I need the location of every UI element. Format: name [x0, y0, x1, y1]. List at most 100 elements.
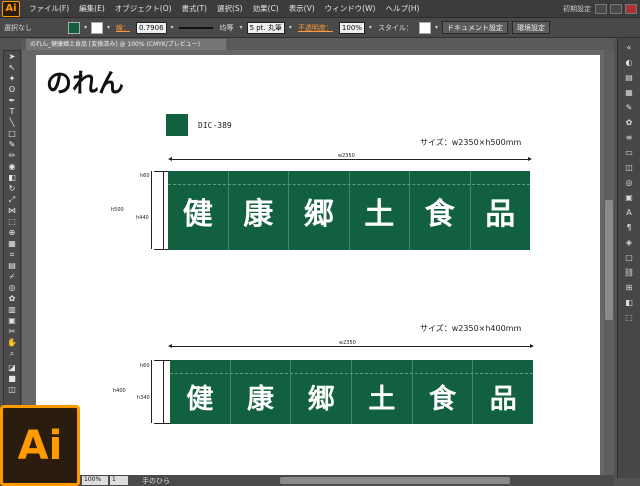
symbol-sprayer-tool-icon[interactable]: ✿	[4, 293, 20, 304]
hand-tool-icon[interactable]: ✋	[4, 337, 20, 348]
preferences-button[interactable]: 環境設定	[511, 21, 550, 34]
selection-status: 選択なし	[4, 23, 32, 32]
workspace-switcher[interactable]: 初期設定	[563, 4, 591, 14]
eyedropper-tool-icon[interactable]: ⌿	[4, 271, 20, 282]
brush-select[interactable]: 5 pt. 丸筆	[246, 21, 285, 34]
horizontal-scroll-thumb[interactable]	[280, 477, 510, 484]
draw-mode-icon[interactable]: ◫	[4, 384, 20, 395]
fill-stroke-icon[interactable]: ◪	[4, 362, 20, 373]
zoom-tool-icon[interactable]: ⌕	[4, 348, 20, 359]
selection-tool-icon[interactable]: ➤	[4, 51, 20, 62]
fill-swatch[interactable]	[68, 21, 80, 34]
pencil-tool-icon[interactable]: ✏	[4, 150, 20, 161]
artboards-panel-icon[interactable]: ▢	[621, 251, 637, 263]
type-tool-icon[interactable]: T	[4, 106, 20, 117]
menu-view[interactable]: 表示(V)	[284, 3, 320, 14]
style-swatch[interactable]	[418, 21, 431, 34]
stroke-swatch[interactable]	[91, 21, 104, 34]
rectangle-tool-icon[interactable]: □	[4, 128, 20, 139]
document-setup-button[interactable]: ドキュメント設定	[441, 21, 508, 34]
blob-brush-tool-icon[interactable]: ◉	[4, 161, 20, 172]
brushes-panel-icon[interactable]: ✎	[621, 101, 637, 113]
menu-object[interactable]: オブジェクト(O)	[110, 3, 177, 14]
color-panel-icon[interactable]: ◐	[621, 56, 637, 68]
eraser-tool-icon[interactable]: ◧	[4, 172, 20, 183]
collapse-panels-icon[interactable]: «	[621, 41, 637, 53]
chevron-down-icon[interactable]: ▾	[84, 24, 87, 31]
artboard-tool-icon[interactable]: ▣	[4, 315, 20, 326]
pen-tool-icon[interactable]: ✒	[4, 95, 20, 106]
mesh-tool-icon[interactable]: ⌗	[4, 249, 20, 260]
transparency-panel-icon[interactable]: ◫	[621, 161, 637, 173]
noren1-total-dim-line	[151, 171, 152, 249]
noren1-banner[interactable]: 健 康 郷 土 食 品	[168, 171, 530, 250]
layers-panel-icon[interactable]: ◈	[621, 236, 637, 248]
shape-builder-tool-icon[interactable]: ⊕	[4, 227, 20, 238]
minimize-button[interactable]	[595, 3, 607, 14]
stroke-label[interactable]: 線：	[116, 23, 130, 33]
rotate-tool-icon[interactable]: ↻	[4, 183, 20, 194]
artboard[interactable]: のれん DIC-389 サイズ：w2350×h500mm w2350 h500 …	[36, 55, 600, 475]
appearance-panel-icon[interactable]: ◎	[621, 176, 637, 188]
pathfinder-panel-icon[interactable]: ◧	[621, 296, 637, 308]
chevron-down-icon[interactable]: ▾	[289, 24, 292, 31]
direct-selection-tool-icon[interactable]: ↖	[4, 62, 20, 73]
arrow-left-icon	[168, 344, 172, 348]
links-panel-icon[interactable]: ⛓	[621, 266, 637, 278]
close-button[interactable]	[625, 3, 637, 14]
paintbrush-tool-icon[interactable]: ✎	[4, 139, 20, 150]
paragraph-panel-icon[interactable]: ¶	[621, 221, 637, 233]
vertical-scrollbar[interactable]	[604, 50, 614, 475]
chevron-down-icon[interactable]: ▾	[107, 24, 110, 31]
width-tool-icon[interactable]: ⋈	[4, 205, 20, 216]
opacity-label[interactable]: 不透明度：	[298, 23, 333, 33]
chevron-down-icon[interactable]: ▾	[435, 24, 438, 31]
noren2-top-dim-line	[163, 360, 164, 373]
chevron-down-icon[interactable]: ▾	[369, 24, 372, 31]
noren2-total-dim: h400	[113, 388, 126, 394]
noren2-banner[interactable]: 健 康 郷 土 食 品	[170, 360, 533, 424]
perspective-grid-tool-icon[interactable]: ▦	[4, 238, 20, 249]
graph-tool-icon[interactable]: ▥	[4, 304, 20, 315]
app-logo-icon[interactable]: Ai	[2, 0, 20, 17]
free-transform-tool-icon[interactable]: ⬚	[4, 216, 20, 227]
menu-effect[interactable]: 効果(C)	[248, 3, 284, 14]
menu-help[interactable]: ヘルプ(H)	[380, 3, 424, 14]
menu-window[interactable]: ウィンドウ(W)	[320, 3, 381, 14]
stroke-profile-preview[interactable]	[178, 26, 213, 29]
stroke-profile[interactable]: 均等	[220, 23, 234, 33]
scale-tool-icon[interactable]: ⤢	[4, 194, 20, 205]
canvas[interactable]: のれん DIC-389 サイズ：w2350×h500mm w2350 h500 …	[22, 50, 614, 475]
lasso-tool-icon[interactable]: ʘ	[4, 84, 20, 95]
menu-select[interactable]: 選択(S)	[212, 3, 248, 14]
gradient-panel-icon[interactable]: ▭	[621, 146, 637, 158]
swatches-panel-icon[interactable]: ▦	[621, 86, 637, 98]
color-mode-icon[interactable]: ■	[4, 373, 20, 384]
scroll-thumb[interactable]	[605, 200, 613, 320]
maximize-button[interactable]	[610, 3, 622, 14]
color-guide-icon[interactable]: ▤	[621, 71, 637, 83]
menu-edit[interactable]: 編集(E)	[74, 3, 110, 14]
gradient-tool-icon[interactable]: ▤	[4, 260, 20, 271]
slice-tool-icon[interactable]: ✂	[4, 326, 20, 337]
stroke-weight-input[interactable]: 0.7906	[136, 21, 167, 34]
chevron-down-icon[interactable]: ▾	[240, 24, 243, 31]
opacity-input[interactable]: 100%	[338, 21, 365, 34]
blend-tool-icon[interactable]: ◎	[4, 282, 20, 293]
current-tool-status: 手のひら	[142, 476, 170, 485]
menu-type[interactable]: 書式(T)	[177, 3, 212, 14]
line-tool-icon[interactable]: ╲	[4, 117, 20, 128]
character-panel-icon[interactable]: A	[621, 206, 637, 218]
zoom-field[interactable]: 100%	[82, 476, 108, 485]
menu-file[interactable]: ファイル(F)	[24, 3, 74, 14]
noren2-char: 土	[352, 360, 413, 424]
symbols-panel-icon[interactable]: ✿	[621, 116, 637, 128]
document-tab[interactable]: のれん_健康郷土食品 [変換済み] @ 100% (CMYK/プレビュー)	[26, 39, 226, 50]
graphic-styles-icon[interactable]: ▣	[621, 191, 637, 203]
align-panel-icon[interactable]: ⊞	[621, 281, 637, 293]
transform-panel-icon[interactable]: ⬚	[621, 311, 637, 323]
chevron-down-icon[interactable]: ▾	[171, 24, 174, 31]
magic-wand-tool-icon[interactable]: ✦	[4, 73, 20, 84]
artboard-nav-field[interactable]: 1	[110, 476, 128, 485]
stroke-panel-icon[interactable]: ≡	[621, 131, 637, 143]
